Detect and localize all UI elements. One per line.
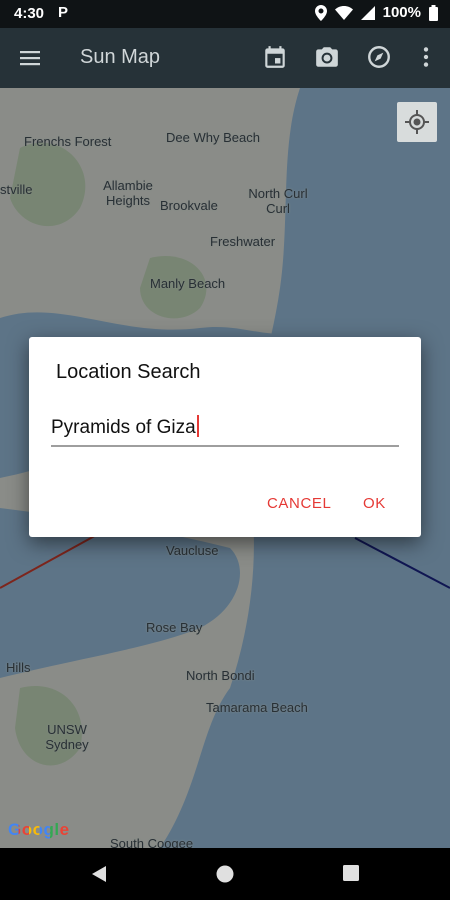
signal-icon [360,5,375,20]
location-search-input[interactable]: Pyramids of Giza [51,415,399,447]
app-title: Sun Map [80,46,161,68]
google-attribution: Google [8,820,70,840]
menu-icon[interactable] [18,46,42,70]
dialog-title: Location Search [56,361,201,383]
text-cursor [196,415,199,437]
recents-icon[interactable] [342,864,360,882]
back-icon[interactable] [90,864,108,884]
battery-percent: 100% [382,4,421,21]
more-vert-icon[interactable] [413,44,439,70]
wifi-icon [334,5,353,20]
system-nav-bar [0,848,450,900]
compass-icon[interactable] [366,44,392,70]
camera-icon[interactable] [314,44,340,70]
my-location-icon [405,110,429,134]
location-search-input-value: Pyramids of Giza [51,417,196,438]
location-icon [314,4,327,21]
home-icon[interactable] [215,864,235,884]
status-time: 4:30 [14,5,45,22]
app-toolbar: Sun Map [0,28,450,88]
status-right: 100% [314,4,438,21]
google-logo-text: Google [8,820,70,839]
app-notification-badge: P [58,4,69,21]
battery-icon [429,4,438,21]
my-location-button[interactable] [397,102,437,142]
status-bar: 4:30 P 100% [0,0,450,28]
calendar-icon[interactable] [262,44,288,70]
location-search-dialog: Location Search Pyramids of Giza CANCEL … [29,337,421,537]
ok-button[interactable]: OK [363,495,386,512]
cancel-button[interactable]: CANCEL [267,495,331,512]
